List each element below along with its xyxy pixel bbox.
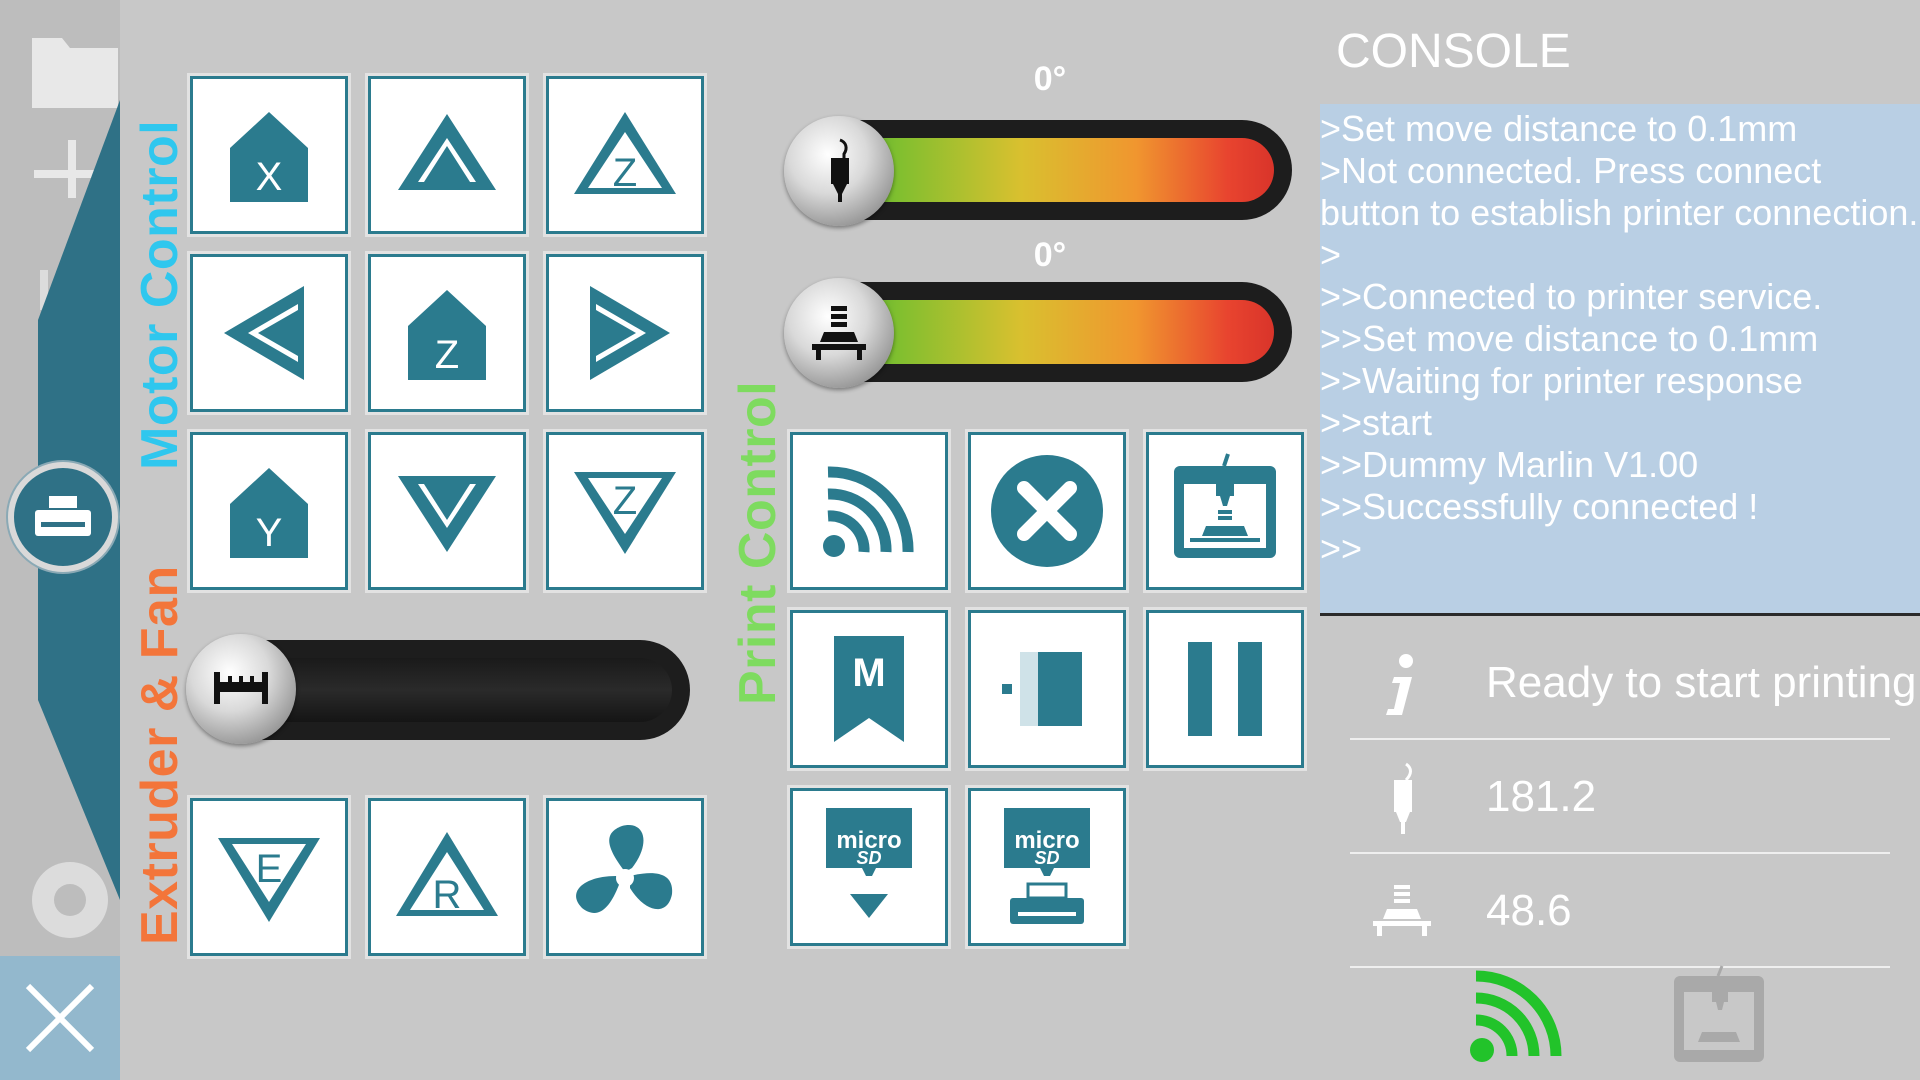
close-icon	[25, 983, 95, 1053]
svg-text:SD: SD	[856, 848, 881, 868]
bed-temp-knob[interactable]	[784, 278, 894, 388]
home-x-icon: X	[230, 112, 308, 202]
print-control-label: Print Control	[729, 380, 787, 705]
console-line: >>Connected to printer service.	[1320, 276, 1823, 317]
console-line: >>Waiting for printer response	[1320, 360, 1803, 401]
extrude-letter: E	[256, 847, 283, 891]
stop-icon	[991, 455, 1103, 567]
arrow-right-icon	[590, 286, 670, 380]
console-line: >	[1320, 234, 1342, 275]
nozzle-icon	[831, 138, 849, 202]
z-down-letter: Z	[613, 479, 637, 523]
left-rail	[0, 0, 120, 1080]
sd-download-button[interactable]: micro SD	[790, 788, 948, 946]
heated-bed-icon	[1362, 874, 1442, 954]
connect-button[interactable]	[790, 432, 948, 590]
svg-text:M: M	[852, 651, 885, 695]
arrow-up-z-icon: Z	[574, 112, 676, 195]
start-print-button[interactable]	[1146, 432, 1304, 590]
retract-letter: R	[433, 873, 462, 917]
heated-bed-icon	[812, 306, 866, 360]
pause-icon	[1188, 642, 1262, 736]
home-x-letter: X	[256, 155, 283, 199]
console-line: >>Successfully connected !	[1320, 486, 1759, 527]
move-z-up-button[interactable]: Z	[546, 76, 704, 234]
status-message-row: Ready to start printing	[1350, 628, 1916, 740]
arrow-left-icon	[224, 286, 304, 380]
printer-icon	[1674, 965, 1764, 1062]
move-x-left-button[interactable]	[190, 254, 348, 412]
extruder-temp-row: 181.2	[1350, 742, 1890, 854]
console-line: >>Set move distance to 0.1mm	[1320, 318, 1819, 359]
microsd-print-icon: micro SD	[1004, 808, 1090, 924]
ruler-icon	[214, 672, 268, 704]
move-y-forward-button[interactable]	[368, 76, 526, 234]
bed-temp-value: 48.6	[1486, 886, 1572, 935]
arrow-up-icon	[398, 114, 496, 190]
svg-text:SD: SD	[1034, 848, 1059, 868]
z-up-letter: Z	[613, 151, 637, 195]
gcode-button[interactable]: M	[790, 610, 948, 768]
stop-button[interactable]	[968, 432, 1126, 590]
pause-button[interactable]	[1146, 610, 1304, 768]
printer-icon	[35, 496, 91, 536]
home-z-button[interactable]: Z	[368, 254, 526, 412]
home-y-letter: Y	[256, 511, 283, 555]
console-line: >>	[1320, 528, 1363, 569]
microsd-icon: micro SD	[826, 808, 912, 918]
console-title: CONSOLE	[1336, 25, 1571, 78]
rail-toggle-button[interactable]	[8, 462, 118, 572]
retract-icon: R	[396, 832, 498, 917]
extrude-button[interactable]: E	[190, 798, 348, 956]
console-line: >>start	[1320, 402, 1433, 443]
wifi-icon	[823, 466, 914, 557]
printer-icon	[1174, 453, 1276, 558]
m-bookmark-icon: M	[834, 636, 904, 742]
move-z-down-button[interactable]: Z	[546, 432, 704, 590]
printer-status-indicator[interactable]	[1664, 962, 1774, 1072]
filament-button[interactable]	[968, 610, 1126, 768]
console-log[interactable]: >Set move distance to 0.1mm >Not connect…	[1320, 104, 1920, 616]
connection-status-indicator[interactable]	[1460, 962, 1570, 1072]
motor-control-label: Motor Control	[131, 119, 189, 470]
info-icon	[1362, 646, 1442, 726]
home-y-icon: Y	[230, 468, 308, 558]
bed-temp-row: 48.6	[1350, 856, 1890, 968]
extruder-temp-knob[interactable]	[784, 116, 894, 226]
extruder-target-temp: 0°	[1033, 60, 1067, 98]
home-y-button[interactable]: Y	[190, 432, 348, 590]
extrude-icon: E	[218, 838, 320, 922]
filament-icon	[1002, 652, 1082, 726]
bed-target-temp: 0°	[1033, 236, 1067, 274]
move-x-right-button[interactable]	[546, 254, 704, 412]
arrow-down-z-icon: Z	[574, 472, 676, 554]
rail-close-button[interactable]	[0, 956, 120, 1080]
console-line: >Set move distance to 0.1mm	[1320, 108, 1798, 149]
console-line: >Not connected. Press connect button to …	[1320, 150, 1919, 233]
home-z-letter: Z	[435, 333, 459, 377]
move-y-back-button[interactable]	[368, 432, 526, 590]
retract-button[interactable]: R	[368, 798, 526, 956]
fan-button[interactable]	[546, 798, 704, 956]
sd-print-button[interactable]: micro SD	[968, 788, 1126, 946]
home-x-button[interactable]: X	[190, 76, 348, 234]
extruder-fan-label: Extruder & Fan	[131, 565, 189, 945]
status-message: Ready to start printing	[1486, 658, 1917, 707]
fan-icon	[576, 825, 673, 913]
console-line: >>Dummy Marlin V1.00	[1320, 444, 1699, 485]
wifi-icon	[1470, 970, 1562, 1062]
arrow-down-icon	[398, 476, 496, 552]
extruder-distance-knob[interactable]	[186, 634, 296, 744]
home-z-icon: Z	[408, 290, 486, 380]
extruder-temp-value: 181.2	[1486, 772, 1597, 821]
nozzle-icon	[1362, 760, 1442, 840]
